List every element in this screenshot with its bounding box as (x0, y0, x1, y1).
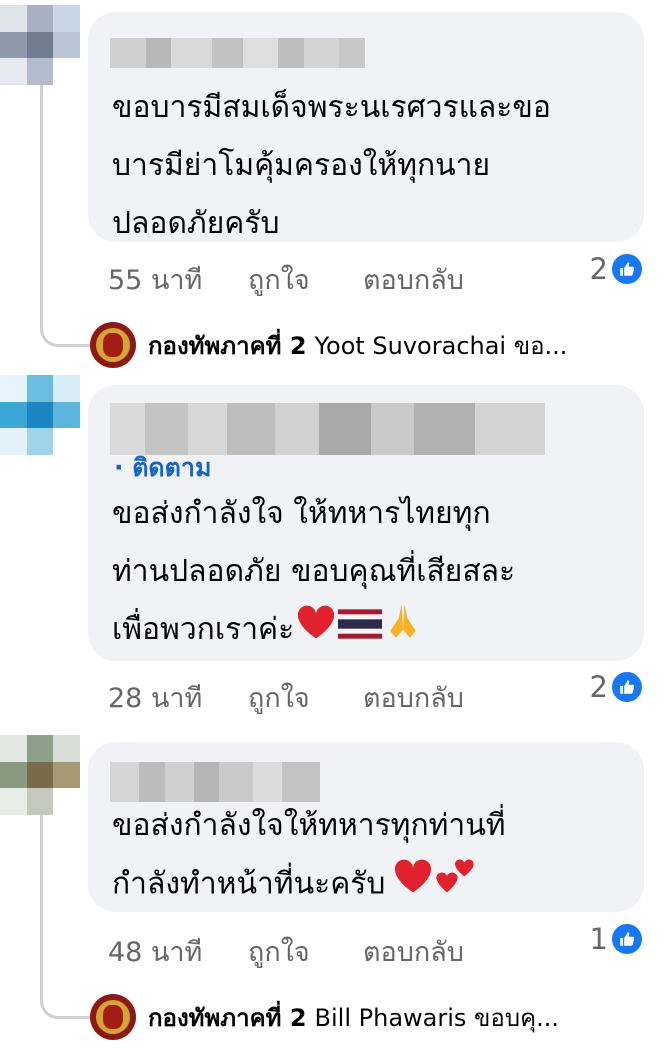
like-icon (610, 670, 644, 704)
thread-elbow (40, 318, 91, 347)
comment-text: ขอส่งกำลังใจ ให้ทหารไทยทุก ท่านปลอดภัย ข… (112, 485, 632, 660)
reply-text: Yoot Suvorachai ขอ... (314, 331, 568, 360)
like-icon (610, 252, 644, 286)
comment-actions: 28 นาที ถูกใจ ตอบกลับ (108, 676, 464, 719)
reaction-number: 2 (589, 252, 608, 286)
author-name[interactable] (110, 38, 365, 68)
like-button[interactable]: ถูกใจ (248, 676, 363, 719)
folded-hands-emoji-icon (386, 602, 420, 660)
avatar[interactable] (0, 375, 80, 455)
thread-line (40, 85, 43, 325)
army-emblem-icon (90, 994, 136, 1040)
thai-flag-emoji-icon (338, 602, 383, 660)
reaction-count[interactable]: 1 (590, 922, 644, 956)
like-button[interactable]: ถูกใจ (248, 258, 363, 301)
comment-time[interactable]: 28 นาที (108, 676, 248, 719)
comment-time[interactable]: 55 นาที (108, 258, 248, 301)
reaction-count[interactable]: 2 (590, 670, 644, 704)
avatar[interactable] (0, 735, 80, 815)
reply-button[interactable]: ตอบกลับ (363, 930, 464, 973)
author-name[interactable] (110, 762, 320, 802)
thread-elbow (40, 990, 91, 1019)
reply-author[interactable]: กองทัพภาคที่ 2 (148, 998, 307, 1037)
reply-text: Bill Phawaris ขอบคุ... (314, 1003, 560, 1032)
reaction-number: 2 (589, 670, 608, 704)
like-button[interactable]: ถูกใจ (248, 930, 363, 973)
heart-emoji-icon (296, 602, 336, 660)
comment-bubble: ขอบารมีสมเด็จพระนเรศวรและขอ บารมีย่าโมคุ… (88, 12, 644, 242)
comment-bubble: ขอส่งกำลังใจให้ทหารทุกท่านที่ กำลังทำหน้… (88, 742, 644, 912)
heart-emoji-icon (393, 856, 433, 914)
reply-author[interactable]: กองทัพภาคที่ 2 (148, 326, 307, 365)
comment-actions: 48 นาที ถูกใจ ตอบกลับ (108, 930, 464, 973)
follow-link[interactable]: · ติดตาม (114, 448, 211, 488)
army-emblem-icon (90, 322, 136, 368)
comment-actions: 55 นาที ถูกใจ ตอบกลับ (108, 258, 464, 301)
reply-preview[interactable]: กองทัพภาคที่ 2 Yoot Suvorachai ขอ... (90, 320, 567, 370)
avatar[interactable] (0, 5, 80, 85)
comment-time[interactable]: 48 นาที (108, 930, 248, 973)
reply-button[interactable]: ตอบกลับ (363, 676, 464, 719)
reply-button[interactable]: ตอบกลับ (363, 258, 464, 301)
like-icon (610, 922, 644, 956)
reply-preview[interactable]: กองทัพภาคที่ 2 Bill Phawaris ขอบคุ... (90, 992, 559, 1042)
comment-text: ขอส่งกำลังใจให้ทหารทุกท่านที่ กำลังทำหน้… (112, 797, 632, 915)
reaction-number: 1 (589, 922, 608, 956)
comment-bubble: · ติดตาม ขอส่งกำลังใจ ให้ทหารไทยทุก ท่าน… (88, 385, 644, 661)
reaction-count[interactable]: 2 (590, 252, 644, 286)
comment-text: ขอบารมีสมเด็จพระนเรศวรและขอ บารมีย่าโมคุ… (112, 90, 551, 241)
two-hearts-emoji-icon (435, 855, 475, 915)
